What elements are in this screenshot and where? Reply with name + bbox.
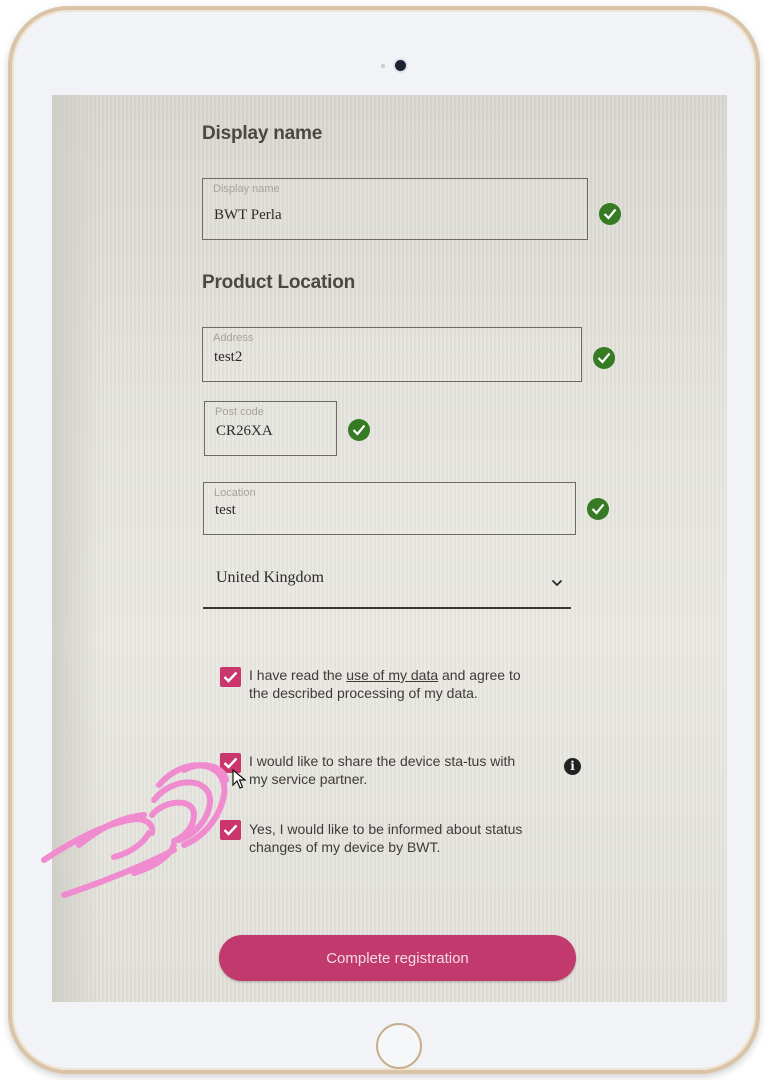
location-field[interactable]: Location test bbox=[203, 482, 576, 535]
display-name-label: Display name bbox=[213, 183, 280, 195]
info-icon[interactable]: i bbox=[564, 758, 581, 775]
product-location-heading: Product Location bbox=[202, 272, 356, 293]
tap-gesture-icon bbox=[34, 745, 234, 920]
display-name-value: BWT Perla bbox=[214, 207, 282, 223]
cursor-icon bbox=[232, 768, 247, 794]
address-value: test2 bbox=[214, 349, 243, 365]
address-field[interactable]: Address test2 bbox=[202, 327, 582, 382]
postcode-value: CR26XA bbox=[216, 423, 273, 439]
consent-data-text-before: I have read the bbox=[249, 667, 347, 683]
postcode-label: Post code bbox=[215, 406, 264, 418]
consent-data-text: I have read the use of my data and agree… bbox=[249, 666, 539, 702]
check-circle-icon bbox=[593, 347, 615, 369]
use-of-my-data-link[interactable]: use of my data bbox=[346, 667, 438, 683]
check-circle-icon bbox=[587, 498, 609, 520]
check-circle-icon bbox=[599, 203, 621, 225]
country-value: United Kingdom bbox=[216, 569, 324, 586]
check-circle-icon bbox=[348, 419, 370, 441]
camera-icon bbox=[395, 60, 406, 71]
consent-data-checkbox[interactable] bbox=[220, 667, 241, 687]
sensor bbox=[381, 64, 385, 68]
display-name-heading: Display name bbox=[202, 123, 323, 144]
chevron-down-icon bbox=[551, 574, 563, 592]
location-label: Location bbox=[214, 487, 256, 499]
postcode-field[interactable]: Post code CR26XA bbox=[204, 401, 337, 456]
complete-registration-button[interactable]: Complete registration bbox=[219, 935, 576, 981]
share-status-text: I would like to share the device sta-tus… bbox=[249, 753, 516, 787]
status-updates-text: Yes, I would like to be informed about s… bbox=[249, 821, 523, 855]
display-name-field[interactable]: Display name BWT Perla bbox=[202, 178, 588, 240]
country-select[interactable]: United Kingdom bbox=[203, 560, 571, 609]
address-label: Address bbox=[213, 332, 254, 344]
home-button[interactable] bbox=[376, 1023, 422, 1069]
location-value: test bbox=[215, 502, 236, 518]
